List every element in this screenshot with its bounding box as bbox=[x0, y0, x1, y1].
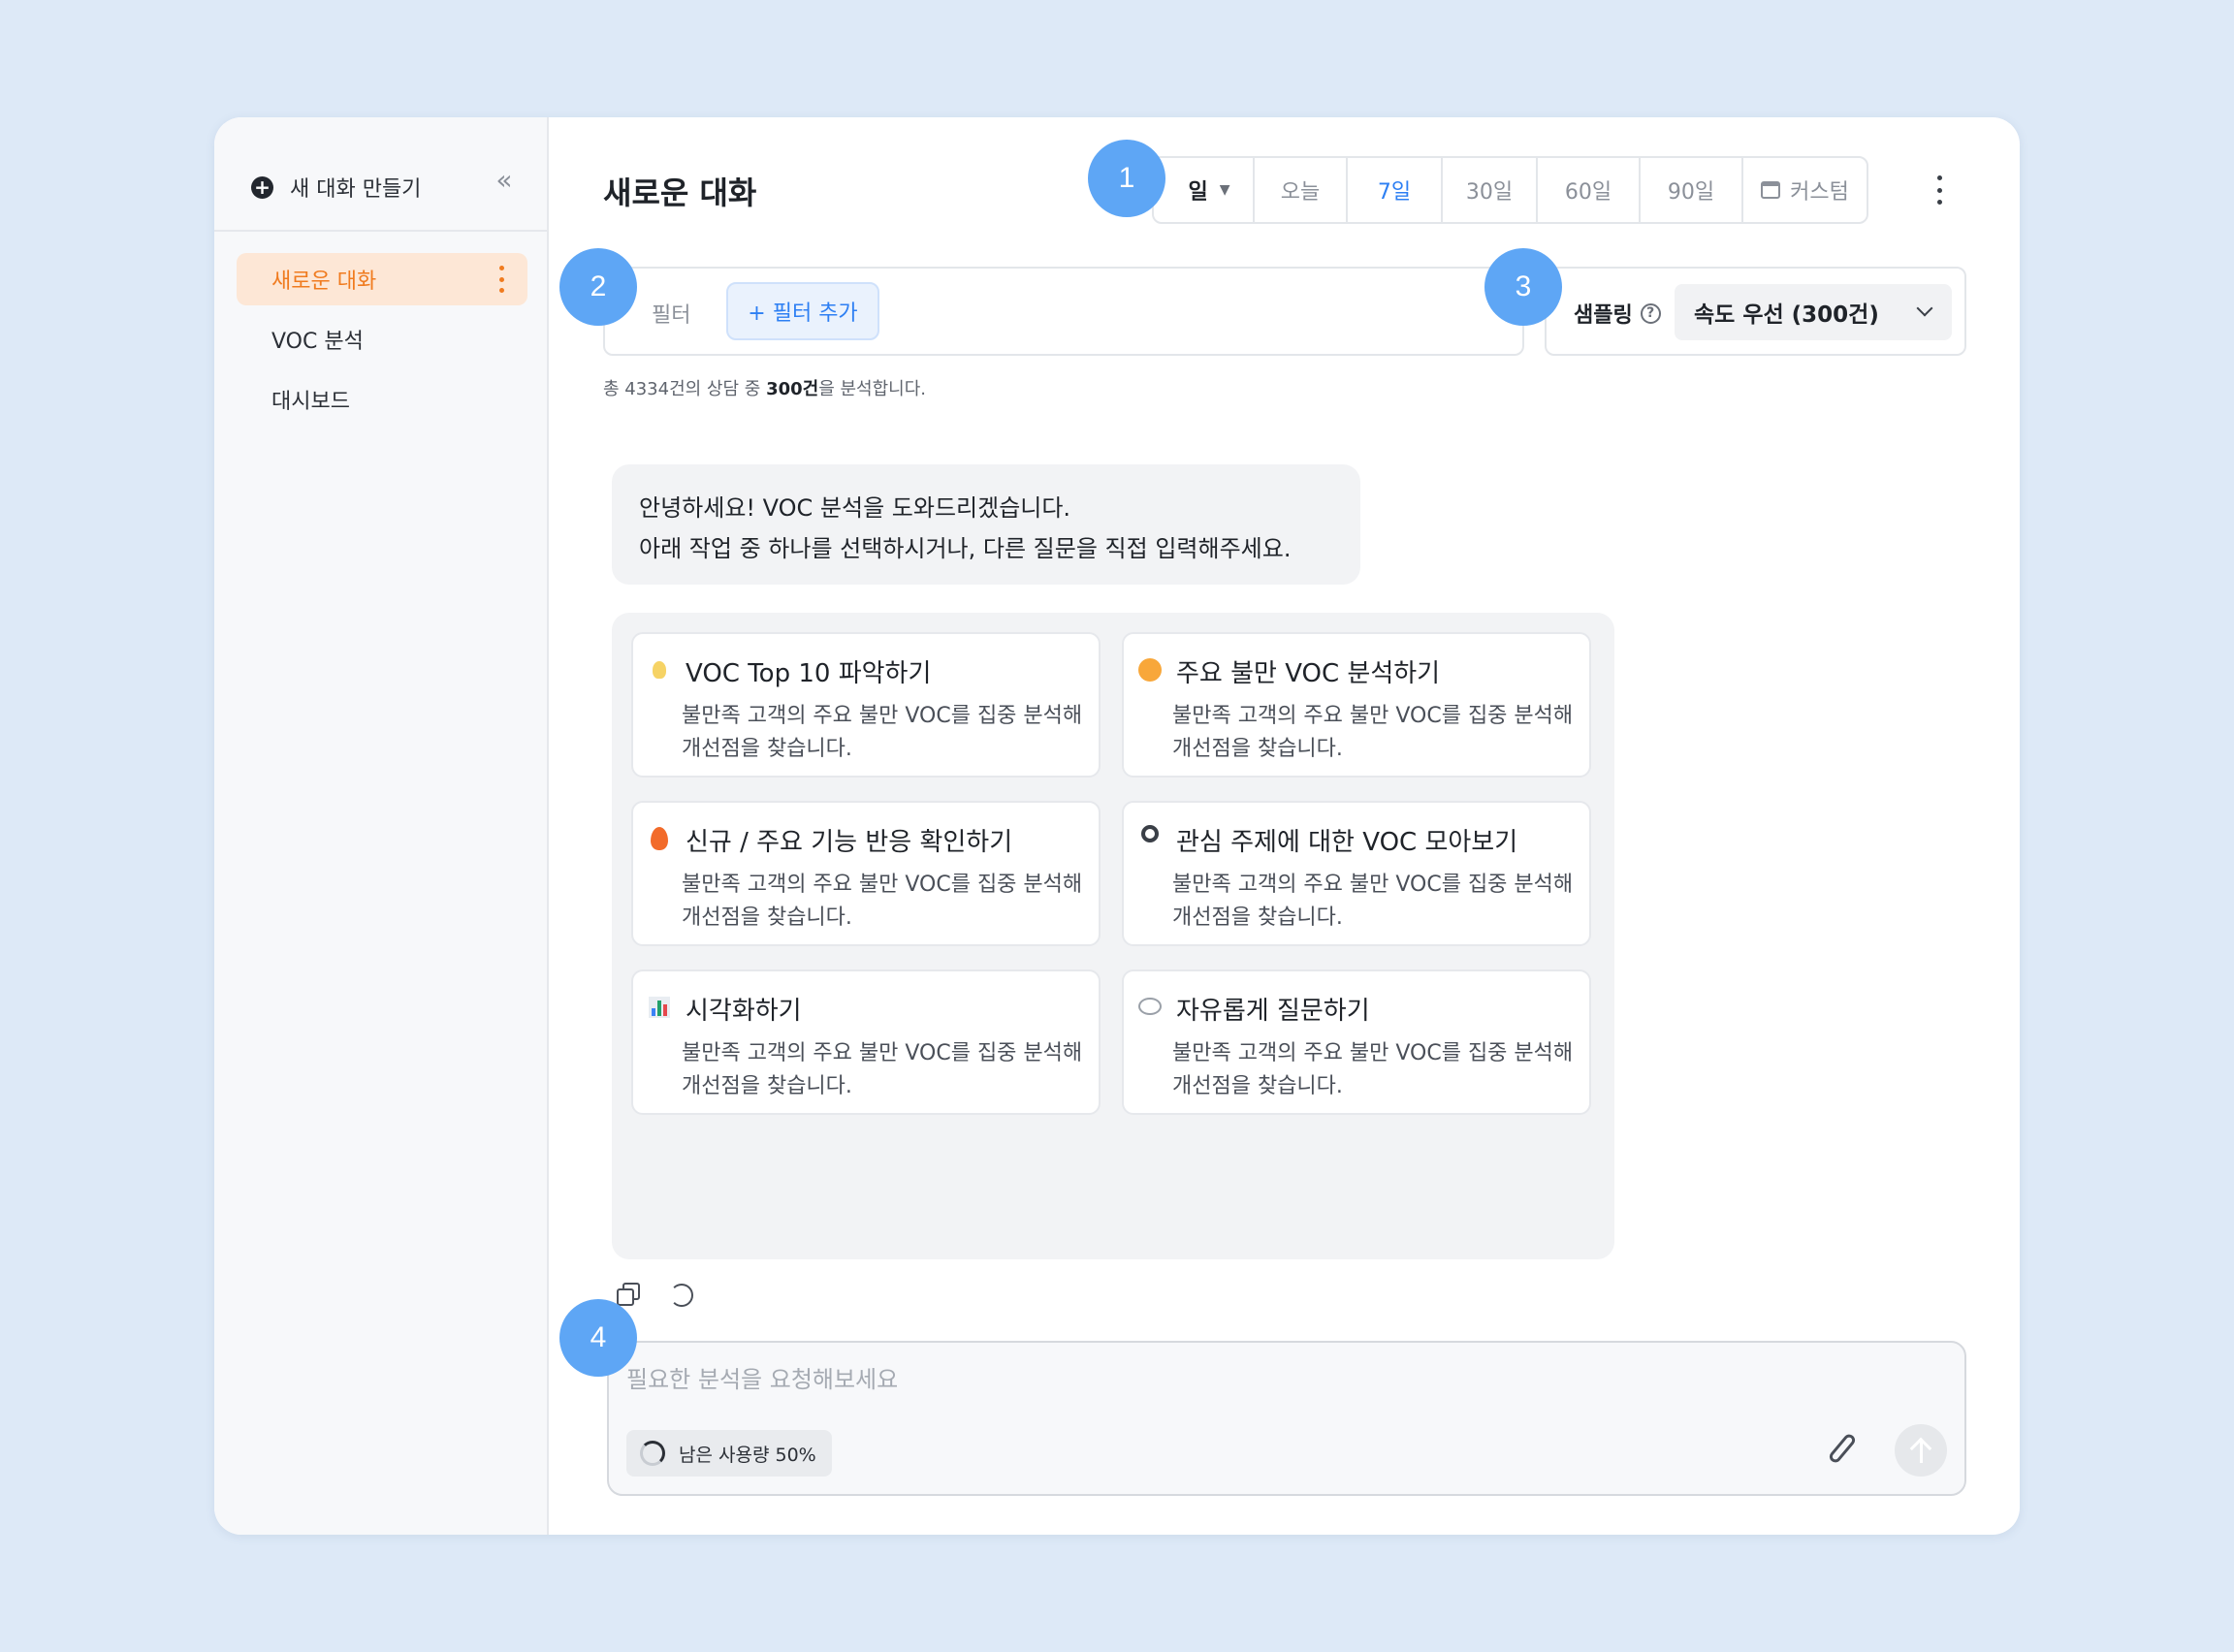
speech-bubble-icon bbox=[1137, 995, 1163, 1020]
annotation-badge-2: 2 bbox=[559, 248, 637, 326]
page-title: 새로운 대화 bbox=[603, 175, 757, 211]
more-menu-icon[interactable] bbox=[1936, 175, 1942, 205]
analysis-summary: 총 4334건의 상담 중 300건을 분석합니다. bbox=[603, 375, 926, 400]
conversation-list: 새로운 대화 VOC 분석 대시보드 bbox=[237, 253, 527, 433]
card-description: 불만족 고객의 주요 불만 VOC를 집중 분석해 개선점을 찾습니다. bbox=[682, 1041, 1083, 1098]
angry-face-icon bbox=[1137, 657, 1163, 683]
new-chat-button[interactable]: + 새 대화 만들기 bbox=[251, 172, 421, 203]
sidebar-item-voc-analysis[interactable]: VOC 분석 bbox=[237, 313, 527, 365]
refresh-icon[interactable] bbox=[666, 1281, 695, 1310]
lightbulb-icon bbox=[647, 657, 672, 683]
message-actions bbox=[614, 1281, 718, 1310]
caret-down-icon: ▼ bbox=[1219, 182, 1230, 198]
greeting-line-2: 아래 작업 중 하나를 선택하시거나, 다른 질문을 직접 입력해주세요. bbox=[639, 535, 1292, 562]
custom-range-label: 커스텀 bbox=[1790, 180, 1849, 205]
date-range-selector: 일 ▼ 오늘 7일 30일 60일 90일 커스텀 bbox=[1152, 156, 1868, 224]
summary-prefix: 총 4334건의 상담 중 bbox=[603, 379, 767, 399]
attach-file-icon[interactable] bbox=[1827, 1432, 1858, 1467]
more-options-icon[interactable] bbox=[498, 266, 504, 293]
add-filter-button[interactable]: + 필터 추가 bbox=[726, 282, 879, 340]
magnifier-icon bbox=[1137, 825, 1163, 851]
chat-input-box: 남은 사용량 50% bbox=[607, 1341, 1966, 1496]
sidebar-item-label: 대시보드 bbox=[271, 390, 350, 414]
suggestion-card-complaint-analysis[interactable]: 주요 불만 VOC 분석하기 불만족 고객의 주요 불만 VOC를 집중 분석해… bbox=[1122, 632, 1591, 778]
range-unit-label: 일 bbox=[1188, 180, 1208, 205]
sampling-label: 샘플링 bbox=[1574, 303, 1633, 328]
range-option-today[interactable]: 오늘 bbox=[1255, 158, 1348, 222]
summary-count: 300건 bbox=[766, 379, 819, 399]
filter-bar: 필터 + 필터 추가 bbox=[603, 267, 1524, 356]
card-title: 신규 / 주요 기능 반응 확인하기 bbox=[686, 828, 1013, 857]
sidebar-item-label: VOC 분석 bbox=[271, 330, 364, 354]
range-option-30days[interactable]: 30일 bbox=[1443, 158, 1538, 222]
range-option-custom[interactable]: 커스텀 bbox=[1743, 158, 1867, 222]
annotation-badge-1: 1 bbox=[1088, 140, 1165, 217]
filter-label: 필터 bbox=[652, 303, 691, 328]
card-title: 시각화하기 bbox=[686, 997, 802, 1026]
chat-input[interactable] bbox=[626, 1360, 1887, 1399]
card-title: VOC Top 10 파악하기 bbox=[686, 659, 932, 688]
suggestion-card-topic-collection[interactable]: 관심 주제에 대한 VOC 모아보기 불만족 고객의 주요 불만 VOC를 집중… bbox=[1122, 801, 1591, 946]
summary-suffix: 을 분석합니다. bbox=[818, 379, 927, 399]
fire-icon bbox=[647, 826, 672, 851]
card-description: 불만족 고객의 주요 불만 VOC를 집중 분석해 개선점을 찾습니다. bbox=[682, 873, 1083, 930]
range-option-7days[interactable]: 7일 bbox=[1348, 158, 1443, 222]
assistant-greeting-message: 안녕하세요! VOC 분석을 도와드리겠습니다. 아래 작업 중 하나를 선택하… bbox=[612, 464, 1360, 585]
sidebar: + 새 대화 만들기 « 새로운 대화 VOC 분석 대시보드 bbox=[214, 117, 549, 1535]
suggestion-card-free-question[interactable]: 자유롭게 질문하기 불만족 고객의 주요 불만 VOC를 집중 분석해 개선점을… bbox=[1122, 969, 1591, 1115]
plus-circle-icon: + bbox=[251, 175, 273, 199]
annotation-badge-3: 3 bbox=[1484, 248, 1562, 326]
sidebar-header: + 새 대화 만들기 « bbox=[214, 117, 547, 232]
bar-chart-icon bbox=[647, 995, 672, 1020]
card-title: 관심 주제에 대한 VOC 모아보기 bbox=[1176, 828, 1518, 857]
suggestion-card-feature-reaction[interactable]: 신규 / 주요 기능 반응 확인하기 불만족 고객의 주요 불만 VOC를 집중… bbox=[631, 801, 1101, 946]
sidebar-item-dashboard[interactable]: 대시보드 bbox=[237, 373, 527, 426]
card-description: 불만족 고객의 주요 불만 VOC를 집중 분석해 개선점을 찾습니다. bbox=[1172, 873, 1574, 930]
range-option-90days[interactable]: 90일 bbox=[1641, 158, 1743, 222]
annotation-badge-4: 4 bbox=[559, 1299, 637, 1377]
new-chat-label: 새 대화 만들기 bbox=[290, 177, 422, 202]
sampling-label-group: 샘플링 ? bbox=[1574, 298, 1661, 329]
sampling-selected-value: 속도 우선 (300건) bbox=[1694, 302, 1879, 328]
calendar-icon bbox=[1761, 181, 1781, 199]
sampling-select[interactable]: 속도 우선 (300건) bbox=[1675, 284, 1952, 340]
card-description: 불만족 고객의 주요 불만 VOC를 집중 분석해 개선점을 찾습니다. bbox=[1172, 1041, 1574, 1098]
sidebar-item-new-conversation[interactable]: 새로운 대화 bbox=[237, 253, 527, 305]
collapse-sidebar-icon[interactable]: « bbox=[492, 167, 517, 194]
chevron-down-icon bbox=[1916, 300, 1933, 317]
suggestion-card-voc-top10[interactable]: VOC Top 10 파악하기 불만족 고객의 주요 불만 VOC를 집중 분석… bbox=[631, 632, 1101, 778]
app-window: + 새 대화 만들기 « 새로운 대화 VOC 분석 대시보드 새로운 대화 일… bbox=[214, 117, 2020, 1535]
card-title: 주요 불만 VOC 분석하기 bbox=[1176, 659, 1441, 688]
sidebar-item-label: 새로운 대화 bbox=[271, 270, 377, 294]
greeting-line-1: 안녕하세요! VOC 분석을 도와드리겠습니다. bbox=[639, 494, 1071, 522]
usage-label: 남은 사용량 50% bbox=[679, 1444, 816, 1466]
send-button[interactable] bbox=[1895, 1424, 1947, 1477]
range-option-60days[interactable]: 60일 bbox=[1538, 158, 1641, 222]
suggestion-card-visualize[interactable]: 시각화하기 불만족 고객의 주요 불만 VOC를 집중 분석해 개선점을 찾습니… bbox=[631, 969, 1101, 1115]
usage-indicator: 남은 사용량 50% bbox=[626, 1430, 832, 1477]
card-title: 자유롭게 질문하기 bbox=[1176, 997, 1370, 1026]
card-description: 불만족 고객의 주요 불만 VOC를 집중 분석해 개선점을 찾습니다. bbox=[1172, 704, 1574, 761]
card-description: 불만족 고객의 주요 불만 VOC를 집중 분석해 개선점을 찾습니다. bbox=[682, 704, 1083, 761]
usage-progress-icon bbox=[640, 1441, 665, 1466]
range-unit-dropdown[interactable]: 일 ▼ bbox=[1154, 158, 1255, 222]
help-icon[interactable]: ? bbox=[1640, 302, 1661, 324]
sampling-panel: 샘플링 ? 속도 우선 (300건) bbox=[1545, 267, 1966, 356]
suggestion-cards: VOC Top 10 파악하기 불만족 고객의 주요 불만 VOC를 집중 분석… bbox=[612, 613, 1614, 1259]
